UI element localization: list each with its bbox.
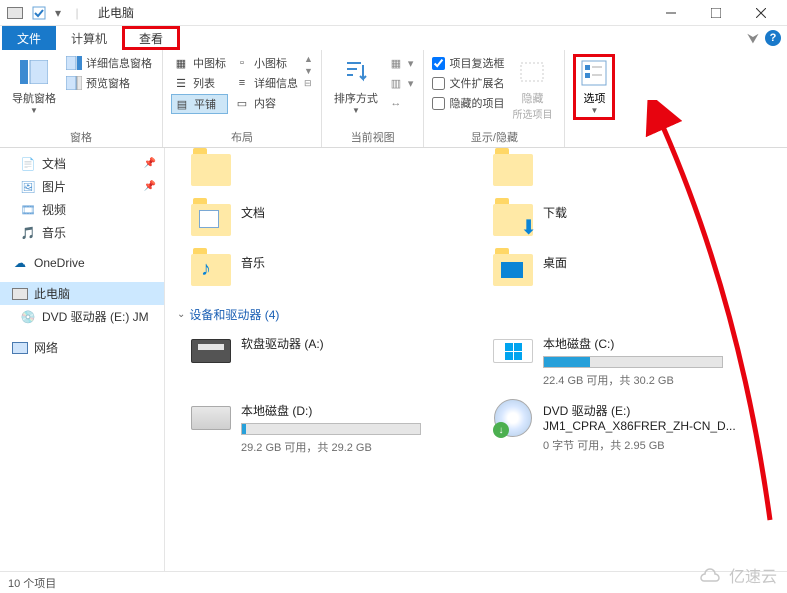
pin-icon: 📌 (144, 158, 156, 169)
preview-pane-button[interactable]: 预览窗格 (64, 74, 154, 92)
chk-hidden-items[interactable]: 隐藏的项目 (432, 94, 504, 112)
drive-item-dvd[interactable]: ↓ DVD 驱动器 (E:) JM1_CPRA_X86FRER_ZH-CN_D.… (493, 398, 775, 455)
main-view[interactable]: 文档 ⬇下载 ♪音乐 桌面 ⌄ 设备和驱动器 (4) 软盘驱动器 (A:) 本地… (165, 148, 787, 571)
chevron-down-icon: ⌄ (177, 309, 185, 320)
close-button[interactable] (738, 0, 783, 26)
hide-selected-button[interactable]: 隐藏 所选项目 (508, 54, 556, 123)
hide-icon (516, 56, 548, 88)
layout-scroll-down[interactable]: ▼ (304, 66, 313, 76)
qat-separator: | (66, 2, 88, 24)
detail-pane-button[interactable]: 详细信息窗格 (64, 54, 154, 72)
window-title: 此电脑 (98, 4, 134, 21)
section-header-devices[interactable]: ⌄ 设备和驱动器 (4) (177, 306, 775, 323)
sidebar-item-documents[interactable]: 📄文档📌 (0, 152, 164, 175)
sidebar-item-music[interactable]: 🎵音乐 (0, 221, 164, 244)
folder-item-thumb[interactable] (493, 150, 775, 190)
folder-item-thumb[interactable] (191, 150, 473, 190)
detail-pane-icon (66, 55, 82, 71)
qat-dropdown-icon[interactable]: ▾ (52, 2, 64, 24)
chk-item-checkboxes[interactable]: 项目复选框 (432, 54, 504, 72)
add-columns-button[interactable]: ▥▾ (386, 74, 416, 92)
group-by-button[interactable]: ▦▾ (386, 54, 416, 72)
ribbon-group-current-view: 排序方式 ▼ ▦▾ ▥▾ ↔ 当前视图 (322, 50, 425, 147)
layout-content[interactable]: ▭内容 (232, 94, 300, 112)
pin-icon: 📌 (144, 181, 156, 192)
status-bar: 10 个项目 (0, 571, 787, 593)
tab-computer[interactable]: 计算机 (56, 26, 122, 50)
quick-access-toolbar: ▾ | (4, 2, 88, 24)
layout-expand[interactable]: ⊟ (304, 78, 313, 89)
sidebar-item-onedrive[interactable]: ☁OneDrive (0, 252, 164, 274)
options-button[interactable]: 选项 ▼ (573, 54, 615, 120)
nav-pane-button[interactable]: 导航窗格 ▼ (8, 54, 60, 117)
nav-pane-icon (18, 56, 50, 88)
help-icon[interactable]: ? (765, 30, 781, 46)
layout-scroll-up[interactable]: ▲ (304, 54, 313, 64)
minimize-button[interactable] (648, 0, 693, 26)
sidebar-item-network[interactable]: 网络 (0, 336, 164, 359)
chk-file-extensions[interactable]: 文件扩展名 (432, 74, 504, 92)
watermark: 亿速云 (697, 563, 777, 587)
layout-list[interactable]: ☰列表 (171, 74, 228, 92)
minimize-ribbon-icon[interactable]: ⮟ (747, 30, 759, 47)
ribbon-group-panes: 导航窗格 ▼ 详细信息窗格 预览窗格 窗格 (0, 50, 163, 147)
options-icon (580, 59, 608, 90)
window-controls (648, 0, 783, 26)
size-columns-button[interactable]: ↔ (386, 94, 416, 112)
layout-small-icons[interactable]: ▫小图标 (232, 54, 300, 72)
title-bar: ▾ | 此电脑 (0, 0, 787, 26)
preview-pane-icon (66, 75, 82, 91)
navigation-sidebar: 📄文档📌 🖼图片📌 🎞视频 🎵音乐 ☁OneDrive 此电脑 💿DVD 驱动器… (0, 148, 165, 571)
qat-checkbox-icon[interactable] (28, 2, 50, 24)
sidebar-item-pictures[interactable]: 🖼图片📌 (0, 175, 164, 198)
tab-file[interactable]: 文件 (2, 26, 56, 50)
layout-medium-icons[interactable]: ▦中图标 (171, 54, 228, 72)
sidebar-item-dvd[interactable]: 💿DVD 驱动器 (E:) JM (0, 305, 164, 328)
sort-by-button[interactable]: 排序方式 ▼ (330, 54, 382, 117)
drive-item-d[interactable]: 本地磁盘 (D:) 29.2 GB 可用，共 29.2 GB (191, 398, 473, 455)
content-area: 📄文档📌 🖼图片📌 🎞视频 🎵音乐 ☁OneDrive 此电脑 💿DVD 驱动器… (0, 148, 787, 571)
app-icon[interactable] (4, 2, 26, 24)
status-item-count: 10 个项目 (8, 575, 56, 591)
ribbon-tabs: 文件 计算机 查看 ⮟ ? (0, 26, 787, 50)
folder-item-music[interactable]: ♪音乐 (191, 250, 473, 290)
ribbon-group-options: 选项 ▼ (565, 50, 623, 147)
folder-item-documents[interactable]: 文档 (191, 200, 473, 240)
drive-item-c[interactable]: 本地磁盘 (C:) 22.4 GB 可用，共 30.2 GB (493, 331, 775, 388)
layout-details[interactable]: ≡详细信息 (232, 74, 300, 92)
sidebar-item-videos[interactable]: 🎞视频 (0, 198, 164, 221)
maximize-button[interactable] (693, 0, 738, 26)
ribbon: 导航窗格 ▼ 详细信息窗格 预览窗格 窗格 ▦中图标 ☰列表 ▤平铺 (0, 50, 787, 148)
folder-item-downloads[interactable]: ⬇下载 (493, 200, 775, 240)
ribbon-group-label: 窗格 (8, 129, 154, 145)
sidebar-item-this-pc[interactable]: 此电脑 (0, 282, 164, 305)
folder-item-desktop[interactable]: 桌面 (493, 250, 775, 290)
drive-item-floppy[interactable]: 软盘驱动器 (A:) (191, 331, 473, 388)
tab-view[interactable]: 查看 (122, 26, 180, 50)
sort-icon (340, 56, 372, 88)
ribbon-group-layout: ▦中图标 ☰列表 ▤平铺 ▫小图标 ≡详细信息 ▭内容 ▲ ▼ ⊟ 布局 (163, 50, 322, 147)
ribbon-group-show-hide: 项目复选框 文件扩展名 隐藏的项目 隐藏 所选项目 显示/隐藏 (424, 50, 565, 147)
layout-tiles[interactable]: ▤平铺 (171, 94, 228, 114)
